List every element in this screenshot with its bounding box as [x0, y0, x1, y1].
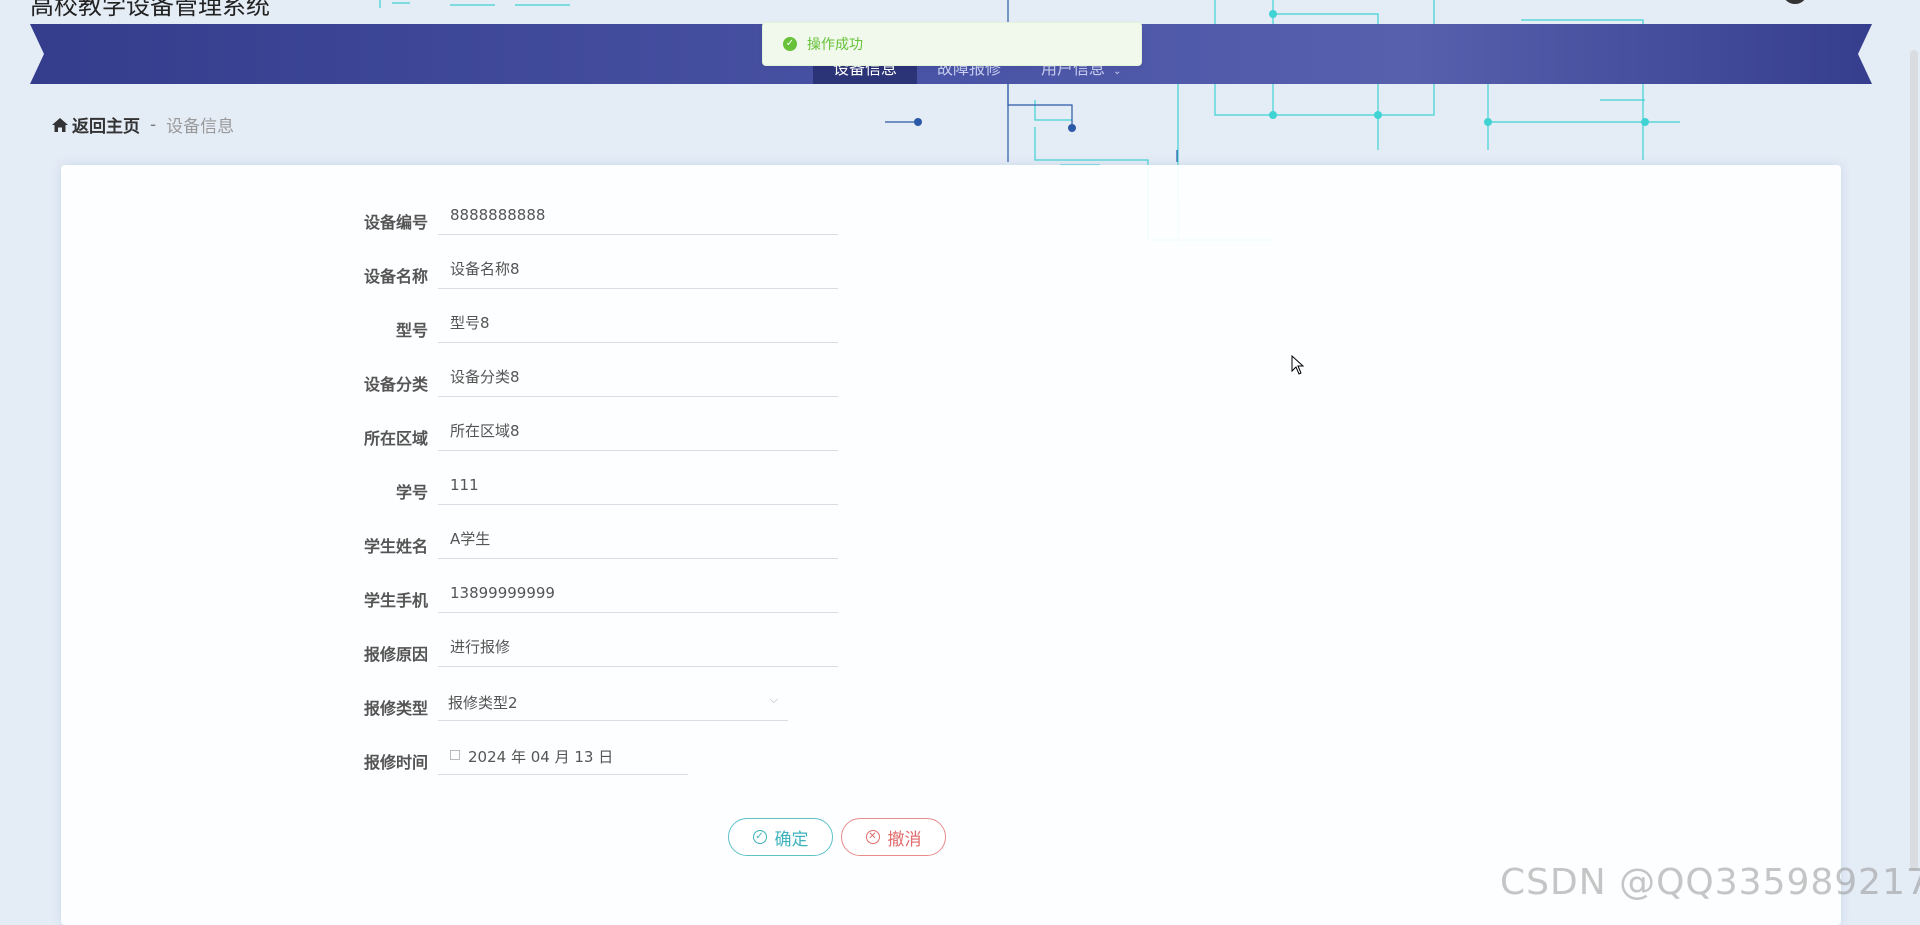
device-number-input[interactable]	[438, 195, 838, 235]
repair-reason-input[interactable]	[438, 627, 838, 667]
field-label: 学号	[395, 483, 428, 502]
breadcrumb: 返回主页 - 设备信息	[52, 112, 234, 137]
home-icon	[52, 117, 68, 132]
calendar-icon	[450, 750, 460, 760]
field-label: 所在区域	[363, 429, 428, 448]
page-scrollbar[interactable]	[1910, 50, 1918, 870]
field-label: 设备编号	[363, 213, 428, 232]
repair-type-select[interactable]: 报修类型2 ⌵	[438, 681, 788, 721]
field-label: 设备名称	[363, 267, 428, 286]
model-input[interactable]	[438, 303, 838, 343]
breadcrumb-separator: -	[150, 114, 157, 135]
field-label: 学生姓名	[363, 537, 428, 556]
field-label: 报修原因	[363, 645, 428, 664]
cancel-button[interactable]: ✕ 撤消	[841, 818, 946, 856]
close-circle-icon: ✕	[865, 830, 880, 844]
field-label: 设备分类	[363, 375, 428, 394]
breadcrumb-home-link[interactable]: 返回主页	[52, 112, 140, 137]
success-toast: ✓ 操作成功	[762, 22, 1142, 66]
repair-time-value: 2024 年 04 月 13 日	[468, 748, 614, 766]
chevron-down-icon: ⌵	[769, 693, 778, 706]
site-title: 高校教学设备管理系统	[30, 0, 270, 20]
device-name-input[interactable]	[438, 249, 838, 289]
toast-message: 操作成功	[807, 37, 863, 53]
check-circle-icon: ✓	[752, 830, 767, 844]
breadcrumb-current: 设备信息	[166, 117, 235, 137]
device-category-input[interactable]	[438, 357, 838, 397]
field-label: 学生手机	[363, 591, 428, 610]
confirm-button[interactable]: ✓ 确定	[728, 818, 833, 856]
student-id-input[interactable]	[438, 465, 838, 505]
user-avatar[interactable]	[1784, 0, 1806, 4]
field-label: 报修时间	[363, 753, 428, 772]
repair-time-datepicker[interactable]: 2024 年 04 月 13 日	[438, 735, 688, 775]
student-name-input[interactable]	[438, 519, 838, 559]
student-phone-input[interactable]	[438, 573, 838, 613]
field-label: 型号	[395, 321, 428, 340]
mouse-cursor-icon	[1291, 355, 1305, 375]
area-input[interactable]	[438, 411, 838, 451]
repair-type-value: 报修类型2	[448, 694, 518, 712]
field-label: 报修类型	[363, 699, 428, 718]
check-circle-icon: ✓	[783, 37, 797, 51]
watermark: CSDN @QQ3359892174	[1500, 862, 1920, 903]
chevron-down-icon: ⌄	[1113, 66, 1122, 77]
